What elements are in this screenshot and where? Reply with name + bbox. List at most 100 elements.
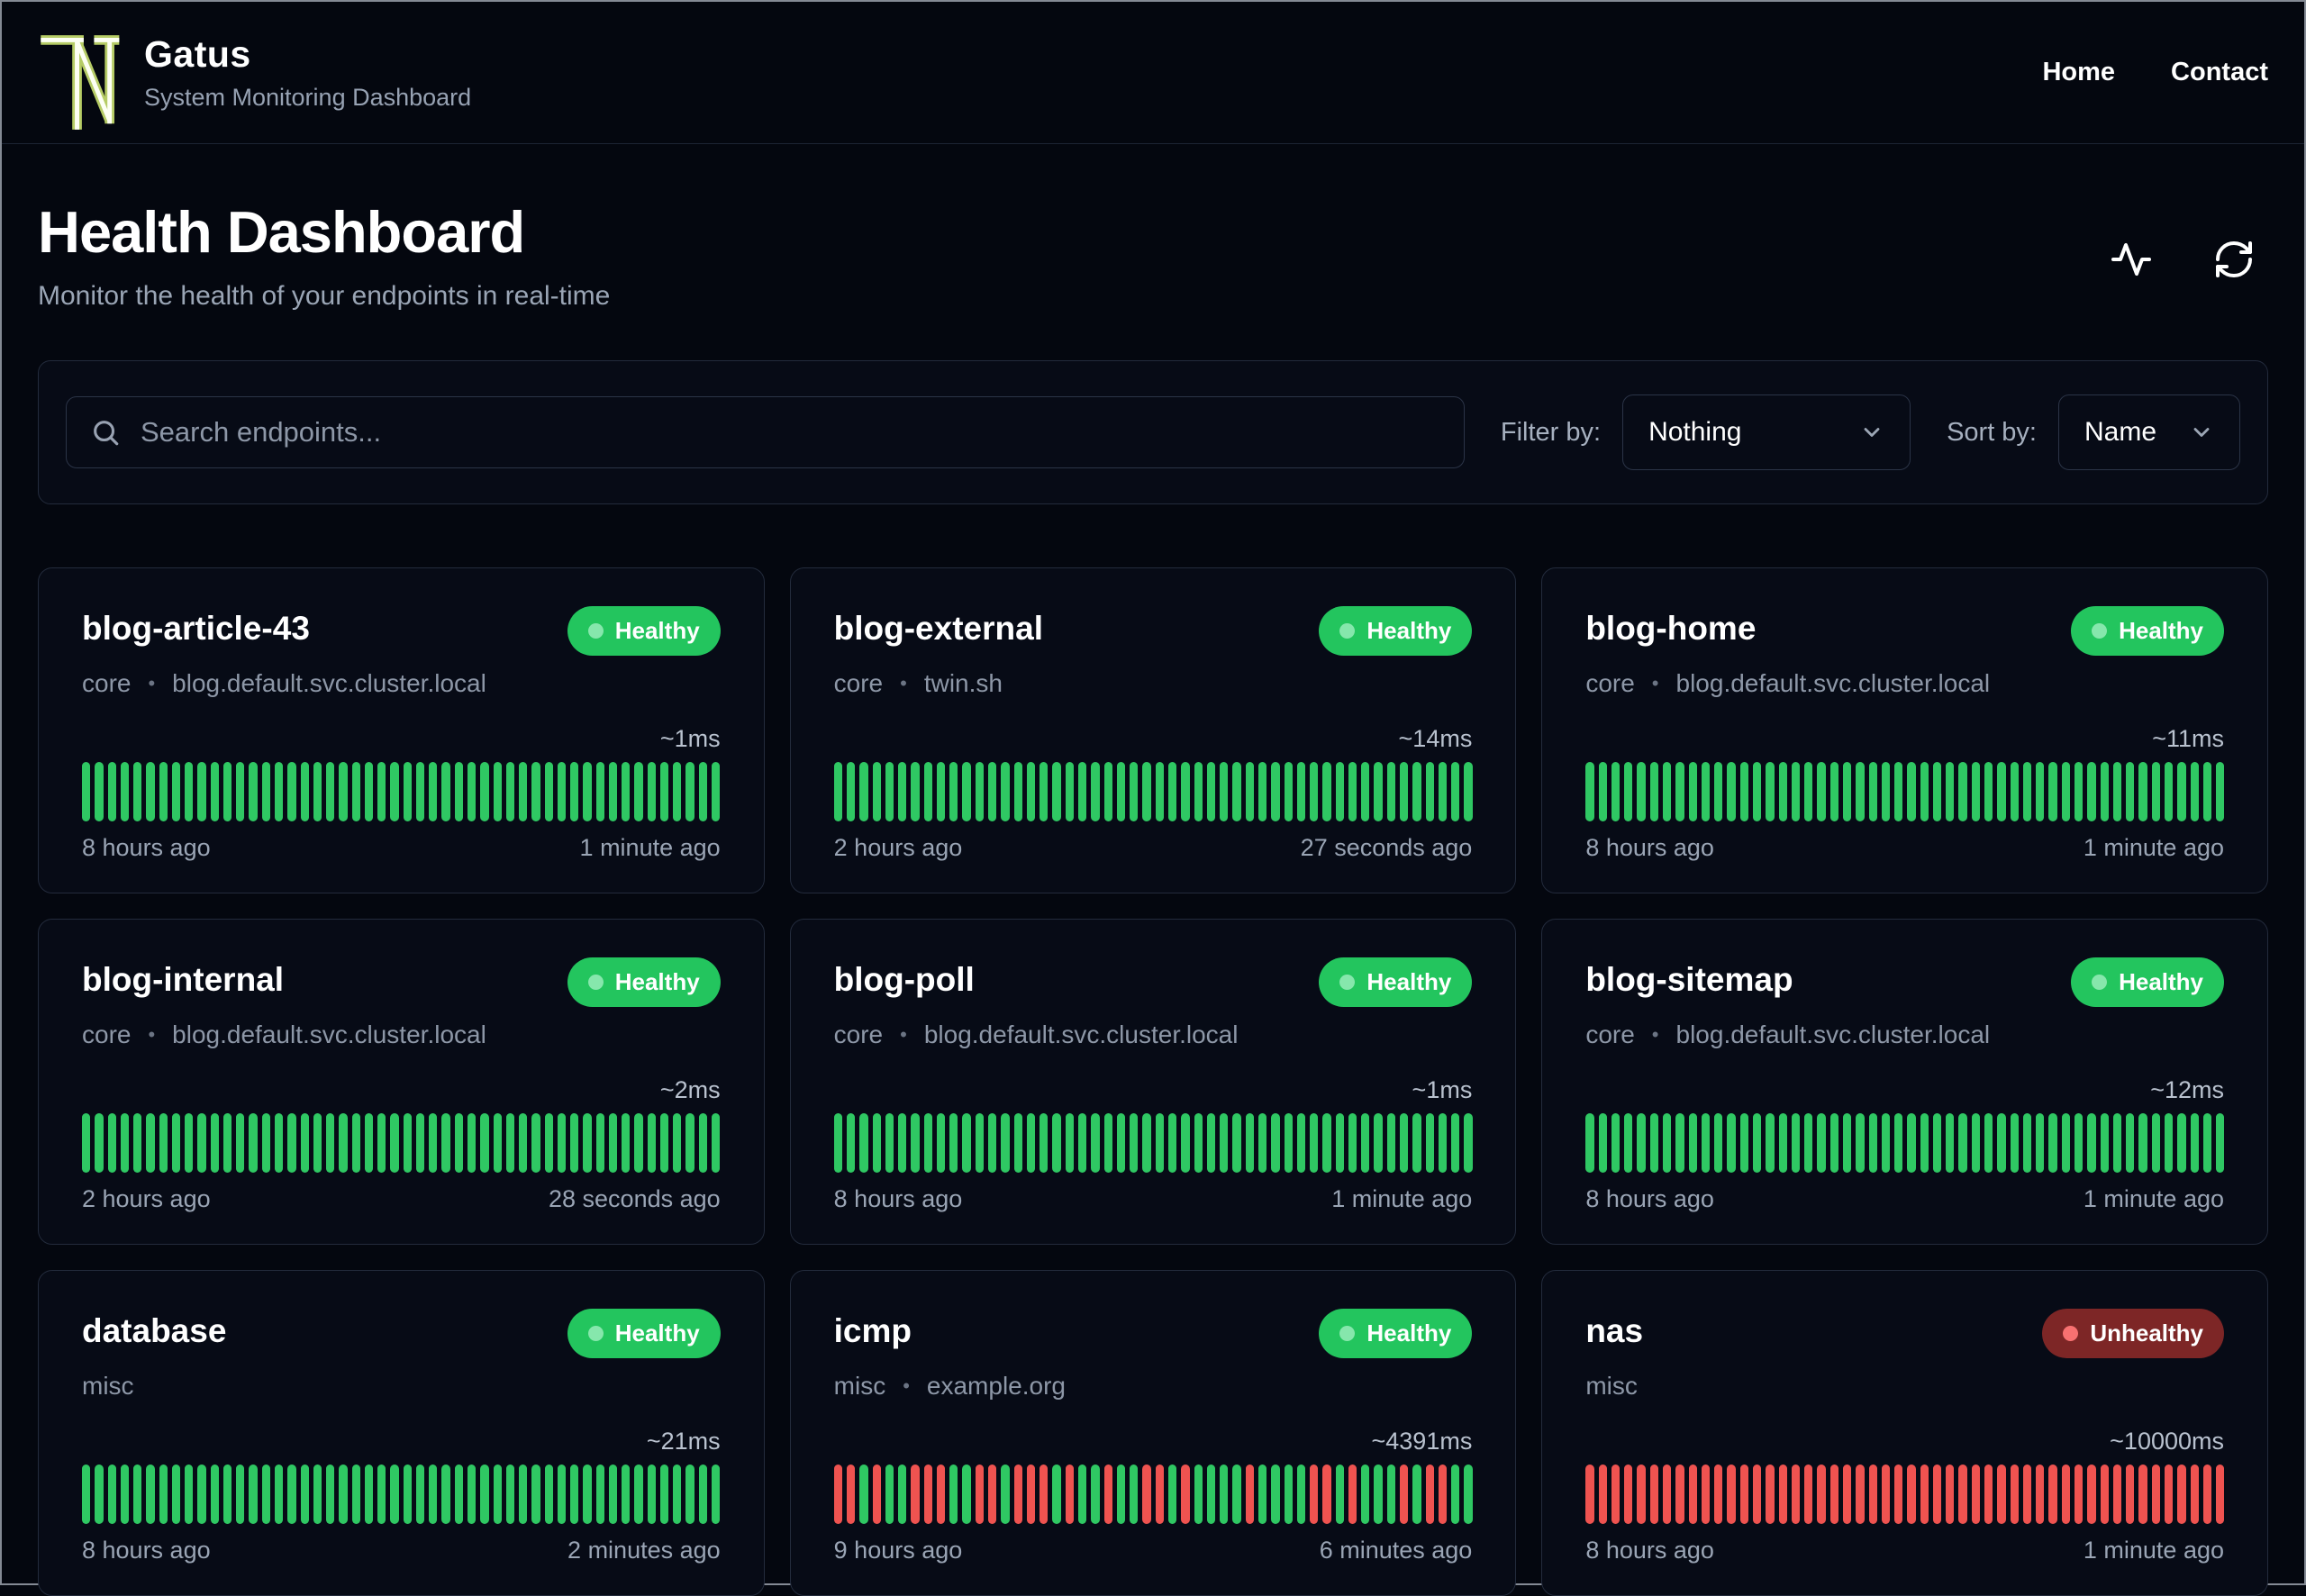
uptime-bar bbox=[261, 762, 270, 821]
uptime-bar bbox=[1817, 1465, 1826, 1524]
endpoint-card[interactable]: nas Unhealthy misc ~10000ms 8 hours ago … bbox=[1541, 1270, 2268, 1596]
uptime-bar bbox=[1310, 1113, 1319, 1173]
uptime-bars bbox=[82, 1465, 721, 1524]
endpoint-card[interactable]: blog-external Healthy core • twin.sh ~14… bbox=[789, 567, 1517, 893]
status-dot-icon bbox=[2063, 1326, 2079, 1341]
nav-link-contact[interactable]: Contact bbox=[2171, 58, 2268, 87]
uptime-bar bbox=[1804, 1465, 1813, 1524]
uptime-bar bbox=[82, 1465, 91, 1524]
uptime-bar bbox=[313, 1465, 322, 1524]
uptime-bar bbox=[685, 1113, 695, 1173]
activity-icon[interactable] bbox=[2110, 238, 2153, 281]
nav-link-home[interactable]: Home bbox=[2042, 58, 2115, 87]
uptime-bar bbox=[403, 1465, 412, 1524]
uptime-bar bbox=[872, 1465, 881, 1524]
endpoint-card[interactable]: blog-poll Healthy core • blog.default.sv… bbox=[789, 919, 1517, 1245]
endpoint-card[interactable]: blog-article-43 Healthy core • blog.defa… bbox=[38, 567, 765, 893]
status-dot-icon bbox=[587, 975, 604, 990]
uptime-bar bbox=[570, 1113, 579, 1173]
sort-select[interactable]: Name bbox=[2058, 394, 2240, 470]
uptime-bar bbox=[1637, 1465, 1646, 1524]
endpoint-group: core bbox=[82, 1020, 132, 1048]
uptime-bar bbox=[673, 1113, 682, 1173]
uptime-bar bbox=[885, 762, 894, 821]
status-label: Healthy bbox=[2119, 968, 2203, 995]
search-input[interactable] bbox=[141, 416, 1440, 449]
uptime-bar bbox=[1663, 762, 1672, 821]
uptime-bar bbox=[1868, 1465, 1877, 1524]
uptime-bar bbox=[1714, 1113, 1723, 1173]
oldest-timestamp: 9 hours ago bbox=[833, 1537, 963, 1564]
newest-timestamp: 1 minute ago bbox=[2083, 1185, 2224, 1212]
uptime-bar bbox=[2177, 1113, 2186, 1173]
uptime-bar bbox=[988, 762, 997, 821]
uptime-bar bbox=[1675, 762, 1684, 821]
uptime-bar bbox=[493, 1465, 502, 1524]
uptime-bar bbox=[911, 762, 920, 821]
endpoint-card[interactable]: blog-home Healthy core • blog.default.sv… bbox=[1541, 567, 2268, 893]
uptime-bar bbox=[1116, 762, 1126, 821]
uptime-bar bbox=[1907, 1113, 1916, 1173]
uptime-bar bbox=[236, 1113, 245, 1173]
uptime-bar bbox=[1598, 762, 1607, 821]
uptime-bar bbox=[249, 1465, 258, 1524]
uptime-bar bbox=[2190, 762, 2199, 821]
uptime-bar bbox=[1907, 762, 1916, 821]
uptime-bar bbox=[429, 762, 438, 821]
endpoint-group: misc bbox=[1585, 1372, 1638, 1400]
endpoint-card[interactable]: database Healthy misc ~21ms 8 hours ago … bbox=[38, 1270, 765, 1596]
uptime-bar bbox=[1206, 1465, 1216, 1524]
uptime-bar bbox=[1791, 762, 1801, 821]
endpoint-name: blog-article-43 bbox=[82, 610, 310, 647]
uptime-bar bbox=[1026, 1465, 1036, 1524]
newest-timestamp: 2 minutes ago bbox=[567, 1537, 721, 1564]
search-box[interactable] bbox=[66, 396, 1465, 468]
page-hero: Health Dashboard Monitor the health of y… bbox=[2, 144, 2304, 312]
uptime-bar bbox=[505, 1113, 515, 1173]
uptime-bar bbox=[583, 1113, 592, 1173]
uptime-bar bbox=[364, 1465, 374, 1524]
app-header: Gatus System Monitoring Dashboard Home C… bbox=[2, 2, 2304, 144]
uptime-bar bbox=[2190, 1465, 2199, 1524]
status-label: Healthy bbox=[614, 1319, 700, 1347]
uptime-bar bbox=[210, 1465, 219, 1524]
latency-label: ~4391ms bbox=[1371, 1428, 1473, 1455]
uptime-bar bbox=[197, 1113, 206, 1173]
uptime-bar bbox=[1611, 1113, 1621, 1173]
filter-select[interactable]: Nothing bbox=[1622, 394, 1911, 470]
uptime-bar bbox=[2074, 1113, 2084, 1173]
uptime-bar bbox=[962, 1465, 971, 1524]
uptime-bar bbox=[2112, 1465, 2122, 1524]
uptime-bar bbox=[859, 1113, 868, 1173]
endpoint-host: twin.sh bbox=[923, 669, 1003, 697]
uptime-bar bbox=[2190, 1113, 2199, 1173]
endpoint-card[interactable]: blog-internal Healthy core • blog.defaul… bbox=[38, 919, 765, 1245]
uptime-bar bbox=[120, 1465, 130, 1524]
uptime-bar bbox=[2138, 1113, 2147, 1173]
uptime-bar bbox=[1194, 762, 1203, 821]
uptime-bar bbox=[557, 762, 567, 821]
uptime-bar bbox=[1245, 1465, 1254, 1524]
uptime-bar bbox=[1220, 1465, 1229, 1524]
uptime-bar bbox=[1425, 1113, 1434, 1173]
oldest-timestamp: 8 hours ago bbox=[82, 1537, 211, 1564]
refresh-icon[interactable] bbox=[2212, 238, 2256, 281]
endpoint-card[interactable]: icmp Healthy misc • example.org ~4391ms … bbox=[789, 1270, 1517, 1596]
uptime-bar bbox=[1637, 762, 1646, 821]
uptime-bar bbox=[712, 762, 721, 821]
uptime-bar bbox=[2151, 762, 2160, 821]
uptime-bar bbox=[274, 1465, 284, 1524]
uptime-bar bbox=[1155, 1113, 1164, 1173]
uptime-bar bbox=[1766, 1113, 1775, 1173]
status-dot-icon bbox=[587, 623, 604, 639]
uptime-bar bbox=[962, 1113, 971, 1173]
uptime-bar bbox=[2074, 762, 2084, 821]
uptime-bar bbox=[1296, 762, 1306, 821]
uptime-bar bbox=[2022, 1113, 2032, 1173]
endpoint-card[interactable]: blog-sitemap Healthy core • blog.default… bbox=[1541, 919, 2268, 1245]
uptime-bar bbox=[988, 1465, 997, 1524]
uptime-bar bbox=[2138, 1465, 2147, 1524]
uptime-bar bbox=[1637, 1113, 1646, 1173]
main-nav: Home Contact bbox=[2042, 58, 2268, 87]
uptime-bar bbox=[1116, 1465, 1126, 1524]
